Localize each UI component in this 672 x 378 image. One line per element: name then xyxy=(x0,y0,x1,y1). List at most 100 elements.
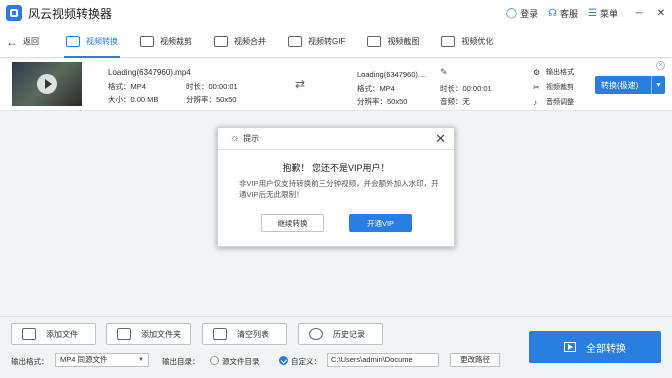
menu-label: 菜单 xyxy=(599,8,618,19)
tab-video-screenshot[interactable]: 视频截图 xyxy=(359,26,427,58)
trash-icon xyxy=(213,328,227,340)
source-size: 大小：0.00 MB xyxy=(108,95,159,104)
title-bar: 风云视频转换器 ◯ 登录 ☊ 客服 ☰ 菜单 ─ ✕ xyxy=(0,0,672,26)
output-dir-label: 输出目录： xyxy=(162,357,200,366)
close-window-button[interactable]: ✕ xyxy=(650,8,672,19)
clear-list-button[interactable]: 清空列表 xyxy=(202,323,287,345)
login-label: 登录 xyxy=(520,8,539,19)
back-arrow-icon: ← xyxy=(6,34,18,49)
output-file-name: Loading(6347960).... xyxy=(357,70,427,79)
source-format: 格式：MP4 xyxy=(108,82,146,91)
app-logo-icon xyxy=(6,5,22,21)
source-file-name: Loading(6347960).mp4 xyxy=(108,68,191,77)
settings-icon: ⚙ xyxy=(533,67,541,77)
lightbulb-icon: ☼ xyxy=(230,133,240,144)
back-button[interactable]: ← 返回 xyxy=(6,35,58,49)
output-resolution: 分辨率：50x50 xyxy=(357,97,408,106)
chevron-down-icon: ▼ xyxy=(138,357,144,363)
add-file-button[interactable]: 添加文件 xyxy=(11,323,96,345)
tab-video-crop[interactable]: 视频裁剪 xyxy=(132,26,200,58)
menu-button[interactable]: ☰ 菜单 xyxy=(588,7,618,20)
output-format: 格式：MP4 xyxy=(357,84,395,93)
output-path-input[interactable]: C:\Users\admin\Docume xyxy=(327,353,439,367)
play-icon[interactable] xyxy=(37,74,57,94)
output-format-label: 输出格式： xyxy=(11,357,49,366)
close-icon[interactable]: ✕ xyxy=(435,131,446,147)
tab-label: 视频转换 xyxy=(86,37,118,46)
link-label: 音频调整 xyxy=(546,99,574,106)
tab-label: 视频转GIF xyxy=(308,37,346,46)
add-folder-icon xyxy=(117,328,131,340)
video-convert-icon xyxy=(66,36,80,47)
custom-dir-radio[interactable] xyxy=(279,356,288,365)
output-format-select[interactable]: MP4 同源文件 ▼ xyxy=(55,353,149,367)
tab-label: 视频合并 xyxy=(234,37,266,46)
tab-label: 视频优化 xyxy=(461,37,494,46)
link-label: 输出格式 xyxy=(546,69,574,76)
user-icon: ◯ xyxy=(505,7,518,19)
video-crop-icon xyxy=(140,36,154,47)
audio-icon: ♪ xyxy=(533,97,537,107)
history-button[interactable]: 历史记录 xyxy=(298,323,383,345)
gif-icon xyxy=(288,36,302,47)
video-thumbnail[interactable] xyxy=(12,62,82,106)
dialog-header: ☼ 提示 ✕ xyxy=(218,128,454,150)
continue-convert-button[interactable]: 继续转换 xyxy=(261,214,324,232)
button-label: 添加文件夹 xyxy=(141,329,181,339)
screenshot-icon xyxy=(367,36,382,47)
file-row: Loading(6347960).mp4 格式：MP4 时长：00:00:01 … xyxy=(0,59,672,111)
convert-label: 转换(极速) xyxy=(601,80,639,90)
convert-all-label: 全部转换 xyxy=(586,343,626,355)
button-label: 历史记录 xyxy=(333,329,365,339)
login-button[interactable]: ◯ 登录 xyxy=(506,7,538,20)
source-dir-radio[interactable] xyxy=(210,356,219,365)
add-folder-button[interactable]: 添加文件夹 xyxy=(106,323,191,345)
title-bar-actions: ◯ 登录 ☊ 客服 ☰ 菜单 ─ ✕ xyxy=(506,0,672,26)
button-label: 添加文件 xyxy=(46,329,78,339)
play-icon xyxy=(564,342,576,352)
shuffle-icon: ⇄ xyxy=(295,77,306,91)
tab-video-convert[interactable]: 视频转换 xyxy=(58,26,126,58)
output-duration: 时长：00:00:01 xyxy=(440,84,492,93)
chevron-down-icon[interactable]: ▼ xyxy=(651,76,665,94)
button-label: 清空列表 xyxy=(237,329,269,339)
tab-video-optimize[interactable]: 视频优化 xyxy=(433,26,501,58)
service-label: 客服 xyxy=(560,8,579,19)
bottom-bar: 添加文件 添加文件夹 清空列表 历史记录 输出格式： MP4 同源文件 ▼ 输出… xyxy=(0,316,672,378)
output-format-value: MP4 同源文件 xyxy=(60,355,108,364)
output-format-link[interactable]: ⚙ 输出格式 xyxy=(533,67,574,77)
source-duration: 时长：00:00:01 xyxy=(186,82,238,91)
dialog-message: 抱歉！ 您还不是VIP用户！ xyxy=(282,163,390,173)
app-title: 风云视频转换器 xyxy=(28,6,113,21)
tab-video-gif[interactable]: 视频转GIF xyxy=(280,26,353,58)
clock-icon xyxy=(309,328,323,340)
menu-icon: ☰ xyxy=(588,7,597,19)
vip-prompt-dialog: ☼ 提示 ✕ 抱歉！ 您还不是VIP用户！ 非VIP用户仅支持转换前三分钟视频，… xyxy=(217,127,455,247)
dialog-detail: 非VIP用户仅支持转换前三分钟视频，并会额外加入水印，开通VIP后无此限制！ xyxy=(239,179,439,199)
audio-adjust-link[interactable]: ♪ 音频调整 xyxy=(533,97,574,107)
video-merge-icon xyxy=(214,36,228,47)
source-resolution: 分辨率：50x50 xyxy=(186,95,237,104)
convert-all-button[interactable]: 全部转换 xyxy=(529,331,661,363)
minimize-button[interactable]: ─ xyxy=(628,8,650,19)
edit-icon[interactable]: ✎ xyxy=(440,67,448,78)
video-crop-link[interactable]: ✂ 视频裁剪 xyxy=(533,82,574,92)
scissors-icon: ✂ xyxy=(533,82,540,92)
add-file-icon xyxy=(22,328,36,340)
tab-video-merge[interactable]: 视频合并 xyxy=(206,26,274,58)
convert-fast-button[interactable]: 转换(极速) ▼ xyxy=(595,76,665,94)
custom-dir-label: 自定义： xyxy=(291,357,321,366)
change-path-button[interactable]: 更改路径 xyxy=(450,353,500,367)
toolbar: ← 返回 视频转换 视频裁剪 视频合并 视频转GIF 视频截图 视频优化 xyxy=(0,26,672,58)
dialog-title: 提示 xyxy=(243,134,260,143)
remove-file-icon[interactable]: × xyxy=(656,61,665,70)
tab-label: 视频截图 xyxy=(387,37,420,46)
service-button[interactable]: ☊ 客服 xyxy=(548,7,578,20)
output-audio: 音频：无 xyxy=(440,97,470,106)
link-label: 视频裁剪 xyxy=(546,84,574,91)
headset-icon: ☊ xyxy=(548,7,557,19)
optimize-icon xyxy=(441,36,456,47)
source-dir-label: 源文件目录 xyxy=(222,357,260,366)
open-vip-button[interactable]: 开通VIP xyxy=(349,214,412,232)
tab-label: 视频裁剪 xyxy=(160,37,192,46)
